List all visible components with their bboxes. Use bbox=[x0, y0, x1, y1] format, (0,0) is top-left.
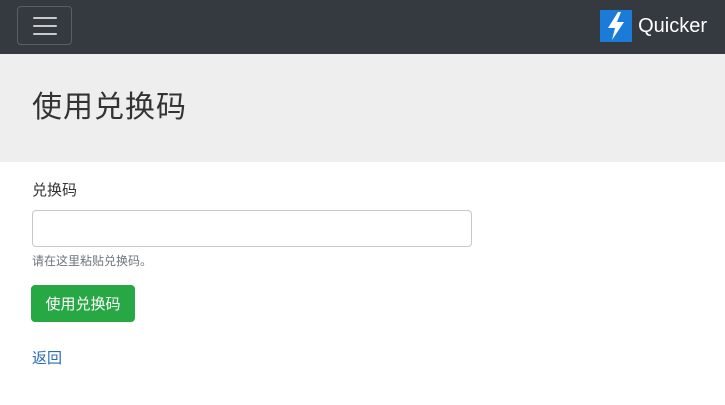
back-link[interactable]: 返回 bbox=[32, 347, 62, 368]
navbar-toggle-button[interactable] bbox=[17, 6, 72, 45]
code-field-label: 兑换码 bbox=[32, 181, 78, 199]
page-title: 使用兑换码 bbox=[32, 90, 187, 125]
page-header: 使用兑换码 bbox=[0, 54, 725, 162]
lightning-bolt-icon bbox=[600, 10, 633, 42]
redeem-code-input[interactable] bbox=[32, 210, 472, 247]
top-navbar: Quicker bbox=[0, 0, 725, 54]
brand-link[interactable]: Quicker bbox=[600, 9, 707, 43]
redeem-code-button[interactable]: 使用兑换码 bbox=[31, 285, 135, 322]
code-help-text: 请在这里粘贴兑换码。 bbox=[32, 254, 153, 268]
brand-name: Quicker bbox=[638, 14, 707, 37]
hamburger-menu-icon bbox=[33, 17, 57, 35]
